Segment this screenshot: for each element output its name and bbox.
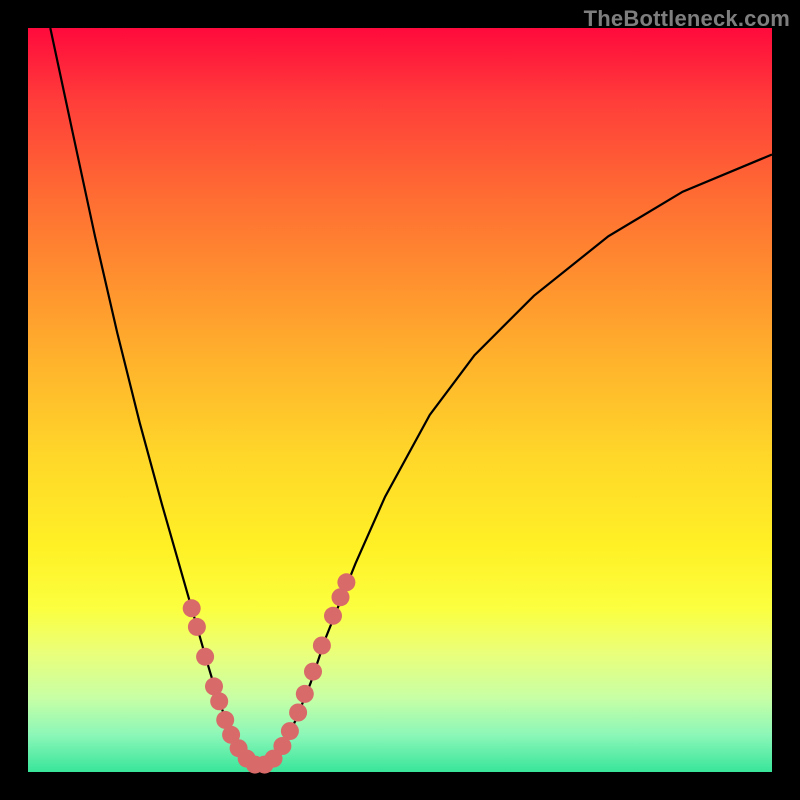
data-marker xyxy=(188,618,206,636)
data-marker xyxy=(324,607,342,625)
data-marker xyxy=(337,573,355,591)
data-marker xyxy=(196,648,214,666)
data-marker xyxy=(304,663,322,681)
data-marker xyxy=(296,685,314,703)
watermark-text: TheBottleneck.com xyxy=(584,6,790,32)
bottleneck-curve xyxy=(50,28,772,765)
data-marker xyxy=(313,637,331,655)
data-marker xyxy=(289,704,307,722)
marker-group xyxy=(183,573,356,773)
data-marker xyxy=(183,599,201,617)
data-marker xyxy=(281,722,299,740)
data-marker xyxy=(210,692,228,710)
plot-svg xyxy=(28,28,772,772)
chart-area xyxy=(28,28,772,772)
